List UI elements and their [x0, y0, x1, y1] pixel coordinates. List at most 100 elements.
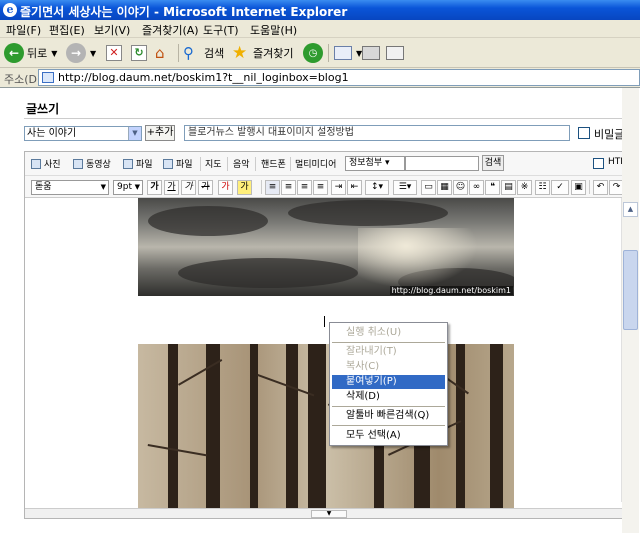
underline-button[interactable]: 가	[164, 180, 179, 195]
add-category-button[interactable]: +추가	[145, 125, 175, 141]
post-title-input[interactable]: 블로거뉴스 발행시 대표이미지 설정방법	[184, 125, 570, 141]
menu-edit[interactable]: 편집(E)	[49, 22, 85, 38]
resize-handle[interactable]: ▼	[311, 510, 347, 518]
list-button[interactable]: ☰▾	[393, 180, 417, 195]
menu-tools[interactable]: 도구(T)	[203, 22, 239, 38]
link-icon: ∞	[472, 182, 481, 192]
toolbar-separator	[290, 157, 291, 171]
stop-button[interactable]: ✕	[106, 42, 122, 64]
back-button[interactable]: ← 뒤로 ▼	[4, 42, 57, 64]
html-mode-checkbox[interactable]	[593, 158, 604, 169]
address-bar: 주소(D) http://blog.daum.net/boskim1?t__ni…	[0, 68, 640, 87]
page-scrollbar[interactable]: ▲	[622, 88, 639, 533]
spellcheck-button[interactable]: ✓	[551, 180, 569, 195]
toolbar-separator	[328, 44, 329, 62]
chevron-down-icon: ▼	[51, 48, 58, 58]
refresh-button[interactable]: ↻	[131, 42, 147, 64]
search-icon: ⚲	[183, 44, 194, 62]
info-search-button[interactable]: 검색	[482, 155, 504, 171]
menu-item-delete[interactable]: 삭제(D)	[332, 390, 445, 404]
search-button[interactable]: ⚲ 검색	[183, 42, 224, 64]
menu-item-paste[interactable]: 붙여넣기(P)	[332, 375, 445, 389]
secret-post-checkbox[interactable]	[578, 127, 590, 139]
bold-button[interactable]: 가	[147, 180, 162, 195]
menu-separator	[332, 406, 445, 407]
line-spacing-button[interactable]: ↕▾	[365, 180, 389, 195]
chevron-down-icon: ▼	[128, 127, 141, 140]
strikethrough-button[interactable]: 가	[198, 180, 213, 195]
stop-icon: ✕	[106, 45, 122, 61]
menu-favorites[interactable]: 즐겨찾기(A)	[142, 22, 199, 38]
favorites-button[interactable]: ★ 즐겨찾기	[232, 42, 293, 64]
menu-item-cut[interactable]: 잘라내기(T)	[332, 345, 445, 359]
mail-button[interactable]: ▼	[334, 42, 362, 64]
title-divider	[24, 118, 636, 119]
horizontal-line-button[interactable]: ▤	[501, 180, 516, 195]
menu-item-select-all[interactable]: 모두 선택(A)	[332, 429, 445, 443]
attach-multimedia-button[interactable]: 멀티미디어	[295, 157, 336, 170]
line-spacing-icon: ↕▾	[370, 182, 384, 192]
align-center-button[interactable]: ≡	[281, 180, 296, 195]
link-button[interactable]: ∞	[469, 180, 484, 195]
attach-file2-button[interactable]: 파일	[163, 157, 193, 170]
edit-page-button[interactable]	[386, 42, 404, 64]
insert-table-button[interactable]: ▦	[437, 180, 452, 195]
file-icon	[123, 158, 133, 169]
home-button[interactable]: ⌂	[155, 42, 173, 64]
cloud-shape	[148, 206, 268, 236]
editor-format-toolbar: 돋움 ▼ 9pt ▼ 가 가 가 가 가 가 ≡ ≡ ≡ ≡ ⇥ ⇤ ↕▾ ☰▾ ▭…	[25, 176, 635, 198]
save-draft-button[interactable]: ▣	[571, 180, 586, 195]
info-attach-select[interactable]: 정보첨부 ▾	[345, 156, 405, 171]
page-break-button[interactable]: ☷	[535, 180, 550, 195]
menu-item-undo[interactable]: 실행 취소(U)	[332, 326, 445, 340]
align-center-icon: ≡	[284, 182, 293, 192]
attach-map-button[interactable]: 지도	[205, 157, 222, 170]
scroll-thumb[interactable]	[623, 250, 638, 330]
align-justify-button[interactable]: ≡	[313, 180, 328, 195]
print-button[interactable]	[362, 42, 380, 64]
quote-button[interactable]: ❝	[485, 180, 500, 195]
forward-button[interactable]: → ▼	[66, 42, 96, 64]
info-search-input[interactable]	[405, 156, 479, 171]
emoticon-button[interactable]: ☺	[453, 180, 468, 195]
editor-body[interactable]: http://blog.daum.net/boskim1	[25, 198, 621, 514]
attach-music-button[interactable]: 음악	[233, 157, 250, 170]
address-input[interactable]: http://blog.daum.net/boskim1?t__nil_logi…	[38, 69, 640, 86]
font-family-select[interactable]: 돋움 ▼	[31, 180, 109, 195]
menu-view[interactable]: 보기(V)	[94, 22, 130, 38]
text-color-button[interactable]: 가	[218, 180, 233, 195]
refresh-icon: ↻	[131, 45, 147, 61]
tree-trunk	[206, 344, 220, 514]
align-right-button[interactable]: ≡	[297, 180, 312, 195]
tree-trunk	[490, 344, 503, 514]
attach-file-button[interactable]: 파일	[123, 157, 153, 170]
menu-help[interactable]: 도움말(H)	[250, 22, 297, 38]
window-title-bar: e 즐기면서 세상사는 이야기 - Microsoft Internet Exp…	[0, 0, 640, 20]
align-left-button[interactable]: ≡	[265, 180, 280, 195]
window-title: 즐기면서 세상사는 이야기 - Microsoft Internet Explo…	[20, 5, 348, 19]
forest-trees-image	[138, 344, 514, 514]
edit-icon	[386, 46, 404, 60]
special-char-button[interactable]: ※	[517, 180, 532, 195]
font-size-select[interactable]: 9pt ▼	[113, 180, 143, 195]
category-select[interactable]: 사는 이야기 ▼	[24, 126, 142, 141]
history-icon: ◷	[303, 43, 323, 63]
attach-photo-button[interactable]: 사진	[31, 157, 61, 170]
attach-phone-button[interactable]: 핸드폰	[261, 157, 286, 170]
history-button[interactable]: ◷	[303, 42, 323, 64]
menu-file[interactable]: 파일(F)	[6, 22, 41, 38]
indent-button[interactable]: ⇥	[331, 180, 346, 195]
menu-item-copy[interactable]: 복사(C)	[332, 360, 445, 374]
ie-logo-icon: e	[3, 3, 17, 17]
outdent-button[interactable]: ⇤	[347, 180, 362, 195]
menu-item-quick-search[interactable]: 알툴바 빠른검색(Q)	[332, 409, 445, 423]
italic-button[interactable]: 가	[181, 180, 196, 195]
hr-icon: ▤	[504, 182, 513, 192]
attach-video-button[interactable]: 동영상	[73, 157, 111, 170]
scroll-up-icon[interactable]: ▲	[623, 202, 638, 217]
insert-box-button[interactable]: ▭	[421, 180, 436, 195]
quote-icon: ❝	[490, 182, 495, 192]
address-label: 주소(D)	[4, 73, 42, 86]
highlight-color-button[interactable]: 가	[237, 180, 252, 195]
undo-button[interactable]: ↶	[593, 180, 608, 195]
